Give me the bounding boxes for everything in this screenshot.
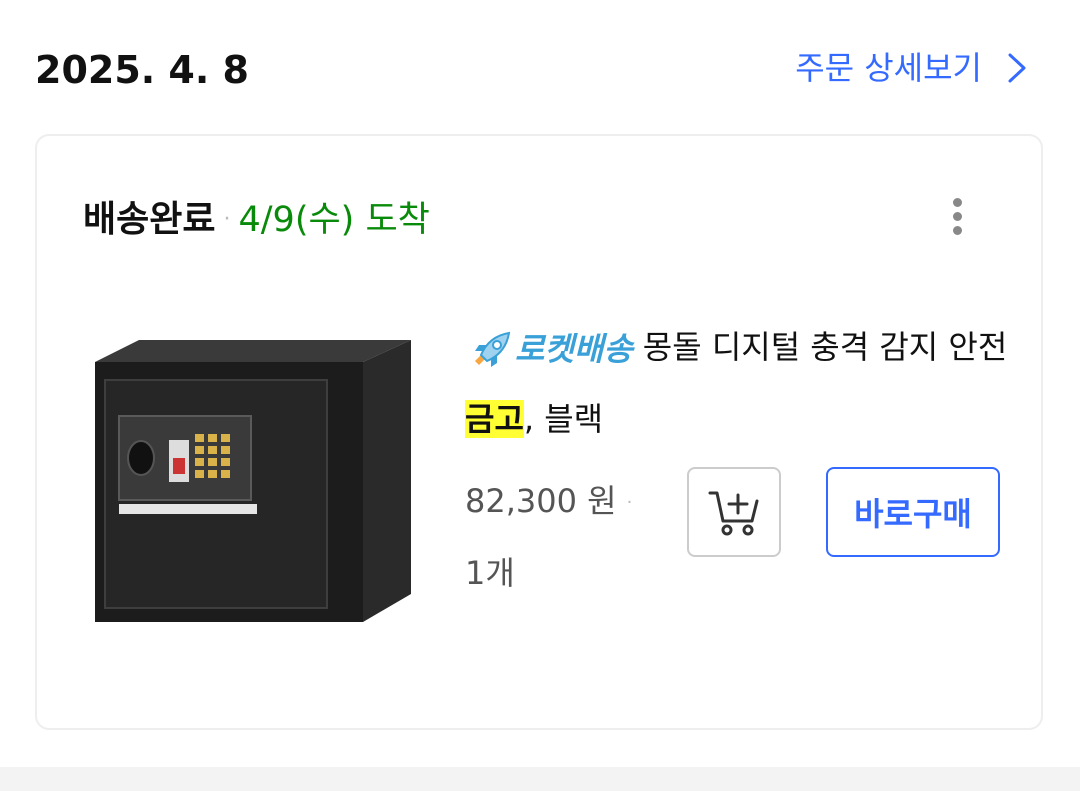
order-detail-link[interactable]: 주문 상세보기 [795, 44, 1028, 92]
kebab-dot [952, 198, 962, 207]
product-title: 로켓배송 몽돌 디지털 충격 감지 안전 금고, 블랙 [465, 312, 1025, 454]
order-detail-label: 주문 상세보기 [795, 49, 982, 87]
order-card: 배송완료 · 4/9(수) 도착 로켓배송 몽돌 디지털 충격 감지 안전 금고… [35, 134, 1043, 730]
product-price: 82,300 원 [465, 482, 617, 520]
delivery-status-row: 배송완료 · 4/9(수) 도착 [83, 196, 430, 244]
kebab-dot [952, 212, 962, 221]
kebab-menu-icon[interactable] [945, 194, 969, 244]
product-image[interactable] [81, 304, 421, 634]
product-info[interactable]: 로켓배송 몽돌 디지털 충격 감지 안전 금고, 블랙 [465, 312, 1025, 454]
rocket-delivery-badge: 로켓배송 [465, 314, 643, 384]
arrival-date: 4/9(수) 도착 [238, 200, 430, 240]
kebab-dot [952, 226, 962, 235]
delivery-status: 배송완료 [83, 199, 216, 240]
status-separator: · [223, 207, 231, 232]
product-title-highlight: 금고 [465, 400, 524, 438]
rocket-delivery-label: 로켓배송 [515, 330, 633, 368]
add-to-cart-icon [708, 491, 759, 536]
add-to-cart-button[interactable] [687, 467, 781, 557]
rocket-icon [475, 331, 511, 367]
product-title-text: 몽돌 디지털 충격 감지 안전 [642, 328, 1008, 366]
chevron-right-icon [1008, 53, 1026, 83]
section-divider [0, 767, 1080, 791]
price-quantity: 82,300 원 · 1개 [465, 466, 645, 608]
product-quantity: 1개 [465, 554, 515, 592]
order-header: 2025. 4. 8 주문 상세보기 [0, 0, 1080, 135]
order-date: 2025. 4. 8 [35, 48, 249, 92]
buy-now-button[interactable]: 바로구매 [826, 467, 1000, 557]
price-separator: · [626, 492, 633, 513]
product-title-suffix: , 블랙 [523, 400, 604, 438]
